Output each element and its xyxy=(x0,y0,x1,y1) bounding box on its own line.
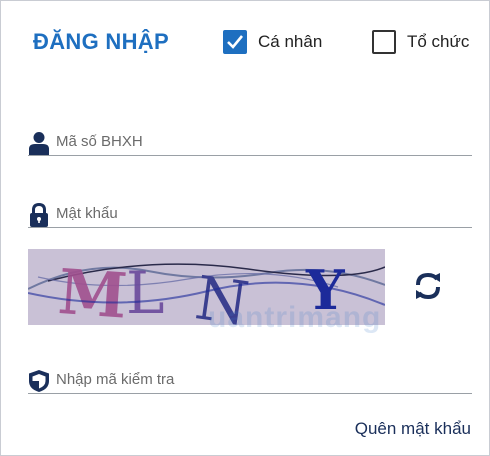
captcha-field xyxy=(28,361,472,394)
login-panel: ĐĂNG NHẬP Cá nhân Tổ chức Mã số BHXH M L… xyxy=(0,0,490,456)
captcha-input[interactable] xyxy=(56,371,436,393)
lock-icon xyxy=(28,201,50,227)
personal-label: Cá nhân xyxy=(258,32,323,51)
user-icon xyxy=(28,129,50,155)
refresh-captcha-icon[interactable] xyxy=(414,271,442,301)
personal-checkbox[interactable] xyxy=(223,30,247,54)
personal-option[interactable]: Cá nhân xyxy=(223,29,322,55)
organization-checkbox[interactable] xyxy=(372,30,396,54)
shield-icon xyxy=(28,367,50,393)
organization-label: Tổ chức xyxy=(407,32,470,51)
checkmark-icon xyxy=(227,35,244,49)
password-input[interactable] xyxy=(56,205,436,227)
page-title: ĐĂNG NHẬP xyxy=(33,29,169,54)
organization-option[interactable]: Tổ chức xyxy=(372,29,469,55)
watermark: uantrimang xyxy=(208,301,382,334)
captcha-glyph-2: L xyxy=(126,259,165,325)
forgot-password-link[interactable]: Quên mật khẩu xyxy=(355,419,471,439)
password-field xyxy=(28,195,472,228)
bhxh-input[interactable] xyxy=(56,133,436,155)
captcha-glyph-1: M xyxy=(56,255,130,325)
bhxh-field xyxy=(28,123,472,156)
